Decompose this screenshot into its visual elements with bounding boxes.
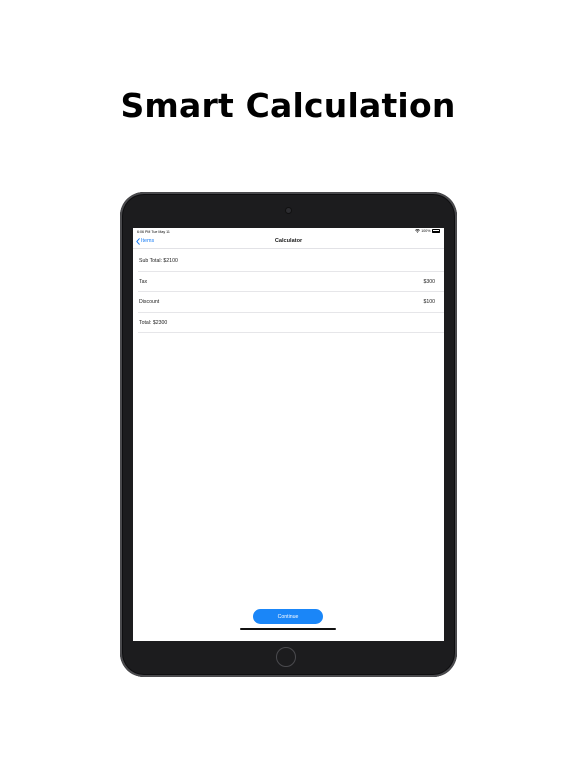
total-label: Total: $2300 <box>139 319 168 326</box>
chevron-left-icon <box>136 237 140 245</box>
ipad-device-frame: 6:06 PM Tue May 11 100% Calculator Items… <box>120 192 457 677</box>
discount-input[interactable] <box>395 299 435 305</box>
back-button[interactable]: Items <box>136 237 154 245</box>
navigation-bar: Calculator Items <box>133 235 444 249</box>
battery-icon <box>432 229 440 233</box>
status-bar: 6:06 PM Tue May 11 100% <box>133 228 444 235</box>
status-time-date: 6:06 PM Tue May 11 <box>137 229 170 234</box>
discount-row: Discount <box>138 292 444 313</box>
back-button-label: Items <box>141 238 155 244</box>
continue-button[interactable]: Continue <box>253 609 323 624</box>
tax-input[interactable] <box>395 278 435 285</box>
tax-label: Tax <box>139 278 148 285</box>
front-camera <box>286 208 291 213</box>
wifi-icon <box>414 229 420 233</box>
home-indicator <box>240 628 336 630</box>
page-title: Calculator <box>274 238 303 244</box>
tax-row: Tax <box>138 272 444 292</box>
subtotal-row: Sub Total: $2100 <box>138 251 444 272</box>
app-screen: 6:06 PM Tue May 11 100% Calculator Items… <box>133 228 444 641</box>
home-button[interactable] <box>276 647 296 667</box>
subtotal-label: Sub Total: $2100 <box>139 258 178 264</box>
battery-percent: 100% <box>421 229 431 234</box>
total-row: Total: $2300 <box>138 313 444 333</box>
calculator-list: Sub Total: $2100 Tax Discount Total: $23… <box>133 251 444 333</box>
headline: Smart Calculation <box>120 86 456 125</box>
status-right-group: 100% <box>414 229 440 234</box>
discount-label: Discount <box>139 299 160 305</box>
